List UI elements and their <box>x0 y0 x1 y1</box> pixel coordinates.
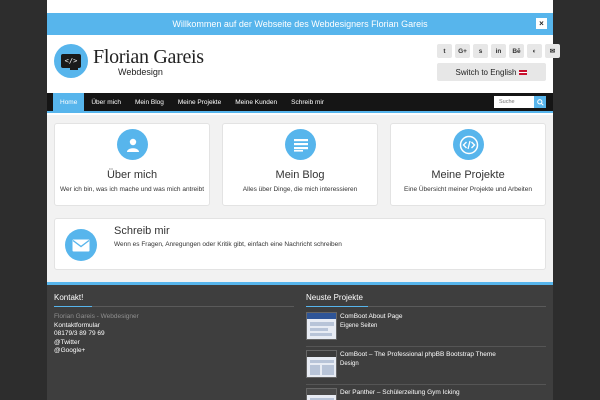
project-item[interactable]: ComBoot – The Professional phpBB Bootstr… <box>306 350 546 381</box>
card-text: Eine Übersicht meiner Projekte und Arbei… <box>404 186 532 193</box>
linkedin-icon[interactable]: in <box>491 44 506 58</box>
project-thumbnail[interactable] <box>306 350 337 378</box>
card-text: Alles über Dinge, die mich interessieren <box>242 186 358 193</box>
card-title: Über mich <box>106 169 158 181</box>
close-icon[interactable]: × <box>536 18 547 29</box>
card-title: Schreib mir <box>114 225 170 237</box>
card-text: Wenn es Fragen, Anregungen oder Kritik g… <box>114 241 342 248</box>
switch-language-button[interactable]: Switch to English <box>437 63 546 81</box>
email-icon[interactable]: ✉ <box>545 44 560 58</box>
twitter-icon[interactable]: t <box>437 44 452 58</box>
project-title[interactable]: ComBoot About Page <box>340 313 403 320</box>
list-icon <box>285 129 316 160</box>
site-header: </> Florian Gareis Webdesign t G+ s in B… <box>47 35 560 93</box>
project-thumbnail[interactable] <box>306 388 337 400</box>
contact-phone: 08179/3 89 79 69 <box>54 330 105 338</box>
search-icon[interactable] <box>534 96 546 108</box>
nav-item-meine-projekte[interactable]: Meine Projekte <box>171 93 228 111</box>
card-title: Meine Projekte <box>431 169 505 181</box>
project-title[interactable]: ComBoot – The Professional phpBB Bootstr… <box>340 351 496 358</box>
card-title: Mein Blog <box>275 169 325 181</box>
google-plus-icon[interactable]: G+ <box>455 44 470 58</box>
nav-item-home[interactable]: Home <box>53 93 85 111</box>
welcome-notice-bar: Willkommen auf der Webseite des Webdesig… <box>47 13 553 35</box>
nav-item-ueber-mich[interactable]: Über mich <box>84 93 128 111</box>
card-meine-projekte[interactable]: Meine Projekte Eine Übersicht meiner Pro… <box>390 123 546 206</box>
project-category[interactable]: Design <box>340 361 359 367</box>
code-icon <box>453 129 484 160</box>
skype-icon[interactable]: s <box>473 44 488 58</box>
card-text: Wer ich bin, was ich mache und was mich … <box>59 186 205 193</box>
project-item[interactable]: ComBoot About Page Eigene Seiten <box>306 312 546 343</box>
envelope-icon <box>65 229 97 261</box>
google-plus-link[interactable]: @Google+ <box>54 347 139 356</box>
welcome-notice-text: Willkommen auf der Webseite des Webdesig… <box>172 19 428 29</box>
nav-item-mein-blog[interactable]: Mein Blog <box>128 93 171 111</box>
social-icons: t G+ s in Bē ◐ ✉ <box>437 44 560 58</box>
nav-item-meine-kunden[interactable]: Meine Kunden <box>228 93 284 111</box>
card-mein-blog[interactable]: Mein Blog Alles über Dinge, die mich int… <box>222 123 378 206</box>
twitter-link[interactable]: @Twitter <box>54 339 139 348</box>
site-subtitle: Webdesign <box>118 67 163 77</box>
project-category[interactable]: Eigene Seiten <box>340 323 377 329</box>
card-ueber-mich[interactable]: Über mich Wer ich bin, was ich mache und… <box>54 123 210 206</box>
contact-name: Florian Gareis - Webdesigner <box>54 313 139 320</box>
site-footer: Kontakt! Florian Gareis - Webdesigner Ko… <box>47 282 553 400</box>
project-title[interactable]: Der Panther – Schülerzeitung Gym Icking <box>340 389 460 396</box>
contact-info: Florian Gareis - Webdesigner Kontaktform… <box>54 313 139 356</box>
nav-item-schreib-mir[interactable]: Schreib mir <box>284 93 331 111</box>
github-icon[interactable]: ◐ <box>527 44 542 58</box>
search-input[interactable] <box>494 96 534 108</box>
site-title[interactable]: Florian Gareis <box>93 46 204 69</box>
behance-icon[interactable]: Bē <box>509 44 524 58</box>
user-icon <box>117 129 148 160</box>
logo-monitor-icon[interactable]: </> <box>54 44 88 78</box>
switch-language-label: Switch to English <box>455 67 517 77</box>
project-item[interactable]: Der Panther – Schülerzeitung Gym Icking <box>306 388 546 400</box>
uk-flag-icon <box>519 69 528 75</box>
card-schreib-mir[interactable]: Schreib mir Wenn es Fragen, Anregungen o… <box>54 218 546 270</box>
projects-heading: Neuste Projekte <box>306 293 363 302</box>
main-navigation: Home Über mich Mein Blog Meine Projekte … <box>47 93 553 113</box>
project-thumbnail[interactable] <box>306 312 337 340</box>
contact-form-link[interactable]: Kontaktformular <box>54 322 139 331</box>
contact-heading: Kontakt! <box>54 293 84 302</box>
